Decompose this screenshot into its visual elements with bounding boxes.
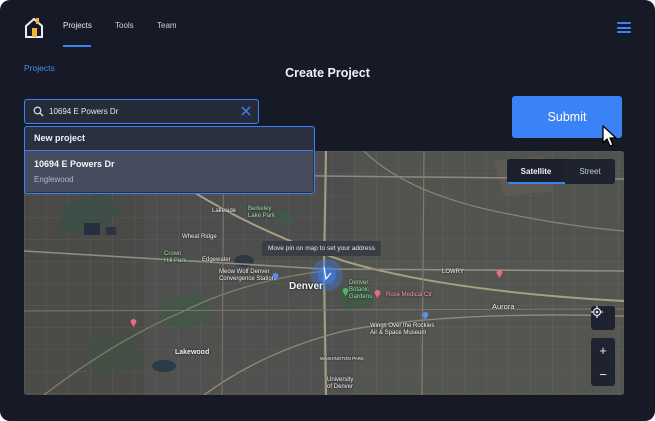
- zoom-out-icon[interactable]: −: [591, 362, 615, 386]
- map-label-denver: Denver: [289, 281, 323, 292]
- search-icon: [33, 106, 44, 117]
- app-window: Projects Tools Team Projects Create Proj…: [0, 0, 655, 421]
- top-nav: Projects Tools Team: [0, 0, 655, 50]
- map-tooltip: Move pin on map to set your address: [262, 241, 381, 256]
- locate-control: [591, 306, 615, 330]
- map-label-wings-museum: Wings Over the Rockies Air & Space Museu…: [370, 323, 435, 336]
- map-marker-icon[interactable]: [130, 318, 137, 327]
- map-label-rose-medical: Rose Medical Ctr: [386, 292, 433, 298]
- tab-street[interactable]: Street: [565, 159, 615, 184]
- map-label-washington-park: WASHINGTON PARK: [320, 356, 364, 361]
- map-marker-icon[interactable]: [342, 287, 349, 296]
- map-label-wheat-ridge: Wheat Ridge: [182, 234, 217, 240]
- map-label-university-of-denver: University of Denver: [327, 377, 354, 390]
- map-label-meow-wolf: Meow Wolf Denver Convergence Station: [219, 269, 276, 282]
- map-marker-icon[interactable]: [496, 269, 503, 278]
- address-search[interactable]: [24, 99, 259, 124]
- page-title: Create Project: [285, 66, 370, 80]
- map-marker-icon[interactable]: [272, 272, 279, 281]
- map-label-botanic-gardens: Denver Botanic Gardens: [349, 280, 373, 300]
- mouse-cursor-icon: [602, 125, 617, 147]
- locate-icon[interactable]: [591, 306, 615, 330]
- suggestion-title: 10694 E Powers Dr: [34, 159, 115, 169]
- zoom-in-icon[interactable]: +: [591, 338, 615, 362]
- nav-projects[interactable]: Projects: [63, 21, 92, 30]
- map-label-aurora: Aurora: [492, 302, 515, 311]
- map-label-lakeside: Lakeside: [212, 208, 237, 214]
- new-project-label: New project: [34, 133, 86, 143]
- address-suggestions: New project 10694 E Powers Dr Englewood: [24, 126, 315, 194]
- map-marker-icon[interactable]: [422, 311, 429, 320]
- suggestion-item[interactable]: 10694 E Powers Dr Englewood: [25, 151, 313, 192]
- zoom-controls: + −: [591, 338, 615, 386]
- nav-team[interactable]: Team: [157, 21, 177, 30]
- tab-satellite[interactable]: Satellite: [507, 159, 565, 184]
- nav-active-indicator: [63, 45, 91, 47]
- map-label-lowry: LOWRY: [442, 269, 464, 275]
- map-label-edgewater: Edgewater: [202, 257, 231, 263]
- tab-active-indicator: [507, 182, 565, 184]
- map-label-crown-hill: Crown Hill Park: [164, 251, 187, 264]
- map-type-toggle: Satellite Street: [507, 159, 615, 184]
- search-input[interactable]: [49, 104, 234, 119]
- logo-icon[interactable]: [24, 16, 44, 38]
- map-marker-icon[interactable]: [374, 289, 381, 298]
- suggestion-subtitle: Englewood: [34, 175, 74, 184]
- hamburger-icon[interactable]: [617, 22, 631, 34]
- nav-tools[interactable]: Tools: [115, 21, 134, 30]
- new-project-option[interactable]: New project: [25, 127, 313, 151]
- map-label-berkeley-lake: Berkeley Lake Park: [248, 206, 276, 219]
- close-icon[interactable]: [241, 106, 251, 116]
- map-label-lakewood: Lakewood: [175, 349, 210, 356]
